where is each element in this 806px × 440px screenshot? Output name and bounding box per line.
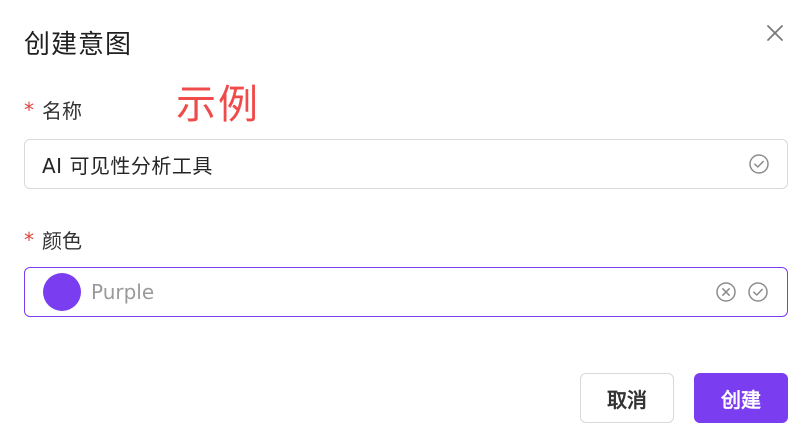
color-select-value[interactable]: Purple	[91, 280, 154, 304]
name-input-value[interactable]: AI 可见性分析工具	[42, 150, 213, 179]
cancel-button[interactable]: 取消	[580, 373, 674, 423]
name-label-text: 名称	[42, 99, 82, 123]
required-mark: *	[24, 227, 34, 252]
required-mark: *	[24, 97, 34, 122]
dialog-title: 创建意图	[24, 30, 133, 60]
create-intent-dialog: 创建意图 示例 * 名称 AI 可见性分析工具 * 颜色 Purple 取消 创…	[0, 0, 806, 440]
name-field-label: * 名称	[24, 95, 82, 124]
check-circle-icon	[747, 281, 769, 303]
close-icon[interactable]	[764, 22, 786, 44]
check-circle-icon	[748, 153, 770, 175]
color-label-text: 颜色	[42, 229, 82, 253]
color-select[interactable]: Purple	[24, 267, 788, 317]
color-swatch	[43, 273, 81, 311]
clear-circle-icon[interactable]	[715, 281, 737, 303]
color-field-label: * 颜色	[24, 225, 82, 254]
create-button[interactable]: 创建	[694, 373, 788, 423]
name-input[interactable]: AI 可见性分析工具	[24, 139, 788, 189]
example-annotation: 示例	[176, 82, 260, 128]
